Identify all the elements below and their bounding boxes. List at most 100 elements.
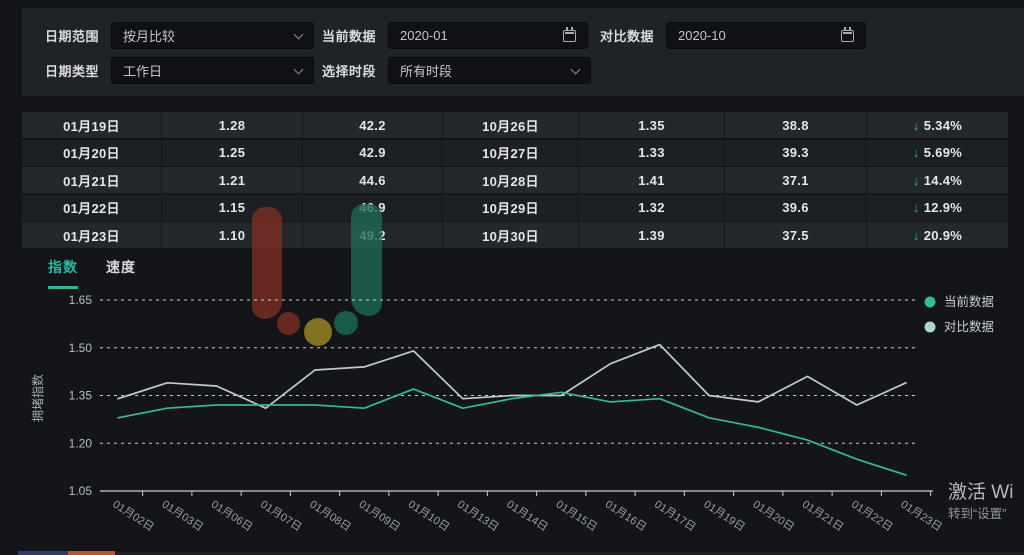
- x-tick-label: 01月02日: [110, 498, 156, 533]
- legend-dot-对比数据[interactable]: [925, 322, 936, 333]
- series-line-当前数据: [118, 389, 906, 475]
- date-type-value: 工作日: [123, 61, 162, 80]
- x-tick-label: 01月13日: [455, 498, 501, 533]
- down-arrow-icon: ↓: [913, 173, 920, 188]
- table-cell-cur_index: 1.15: [162, 195, 303, 221]
- down-arrow-icon: ↓: [913, 118, 920, 133]
- table-cell-cmp_date: 10月27日: [443, 140, 579, 166]
- bottom-strip-blue: [18, 551, 68, 555]
- x-tick-label: 01月07日: [258, 498, 304, 533]
- comparison-table: 01月19日1.2842.210月26日1.3538.8 ↓ 5.34% 01月20日…: [22, 112, 1008, 250]
- current-data-datepicker[interactable]: 2020-01: [388, 22, 588, 49]
- legend-dot-当前数据[interactable]: [925, 297, 936, 308]
- table-row[interactable]: 01月23日1.1049.210月30日1.3937.5↓20.9%: [22, 222, 1008, 248]
- table-row[interactable]: 01月21日1.2144.610月28日1.4137.1↓14.4%: [22, 167, 1008, 193]
- table-cell-cur_date: 01月20日: [22, 140, 162, 166]
- table-cell-cur_date: 01月21日: [22, 167, 162, 193]
- x-tick-label: 01月19日: [701, 498, 747, 533]
- change-value: 5.34%: [924, 118, 962, 133]
- activate-windows-subtext: 转到“设置”: [948, 503, 1006, 522]
- date-type-label: 日期类型: [45, 61, 99, 80]
- x-tick-label: 01月22日: [849, 498, 895, 533]
- x-tick-label: 01月20日: [751, 498, 797, 533]
- compare-data-datepicker[interactable]: 2020-10: [666, 22, 866, 49]
- change-value: 14.4%: [924, 173, 962, 188]
- time-period-value: 所有时段: [400, 61, 452, 80]
- table-row[interactable]: 01月22日1.1546.910月29日1.3239.6↓12.9%: [22, 195, 1008, 221]
- legend-label-对比数据[interactable]: 对比数据: [944, 319, 994, 334]
- calendar-icon: [841, 30, 854, 42]
- chevron-down-icon: [571, 64, 581, 74]
- tab-index[interactable]: 指数: [48, 257, 78, 289]
- x-tick-label: 01月21日: [800, 498, 846, 533]
- table-cell-cur_speed: 42.9: [303, 140, 443, 166]
- table-cell-cmp_speed: 38.8: [725, 112, 867, 138]
- bottom-strip-orange: [68, 551, 115, 555]
- down-arrow-icon: ↓: [913, 228, 920, 243]
- table-cell-cur_date: 01月22日: [22, 195, 162, 221]
- x-tick-label: 01月23日: [898, 498, 944, 533]
- y-tick-label: 1.20: [69, 436, 93, 450]
- filter-panel: 日期范围 按月比较 当前数据 2020-01 对比数据 2020-10 日期类型…: [22, 8, 1024, 96]
- table-row[interactable]: 01月20日1.2542.910月27日1.3339.3 ↓ 5.69%: [22, 140, 1008, 166]
- x-tick-label: 01月06日: [209, 498, 255, 533]
- table-cell-cmp_speed: 37.1: [725, 167, 867, 193]
- change-value: 5.69%: [924, 145, 962, 160]
- tab-speed[interactable]: 速度: [106, 257, 136, 289]
- x-tick-label: 01月10日: [406, 498, 452, 533]
- time-period-select[interactable]: 所有时段: [388, 57, 591, 84]
- change-value: 12.9%: [924, 200, 962, 215]
- table-cell-change: ↓ 5.34%: [867, 112, 1008, 138]
- activate-windows-text: 激活 Wi: [948, 477, 1013, 504]
- x-tick-label: 01月14日: [504, 498, 550, 533]
- compare-data-label: 对比数据: [600, 26, 654, 45]
- table-cell-cmp_date: 10月29日: [443, 195, 579, 221]
- table-cell-cmp_speed: 37.5: [725, 222, 867, 248]
- table-cell-cmp_index: 1.41: [579, 167, 725, 193]
- table-cell-cur_date: 01月23日: [22, 222, 162, 248]
- table-cell-cur_index: 1.28: [162, 112, 303, 138]
- x-tick-label: 01月16日: [603, 498, 649, 533]
- table-cell-cur_index: 1.25: [162, 140, 303, 166]
- date-range-select[interactable]: 按月比较: [111, 22, 314, 49]
- table-cell-change: ↓ 5.69%: [867, 140, 1008, 166]
- y-tick-label: 1.35: [69, 389, 93, 403]
- table-cell-cur_index: 1.21: [162, 167, 303, 193]
- table-cell-cur_date: 01月19日: [22, 112, 162, 138]
- table-cell-change: ↓ 12.9%: [867, 195, 1008, 221]
- table-cell-change: ↓ 14.4%: [867, 167, 1008, 193]
- chevron-down-icon: [294, 29, 304, 39]
- y-tick-label: 1.65: [69, 293, 93, 307]
- table-cell-cur_speed: 44.6: [303, 167, 443, 193]
- legend-label-当前数据[interactable]: 当前数据: [944, 294, 994, 309]
- date-range-value: 按月比较: [123, 26, 175, 45]
- table-cell-cur_speed: 42.2: [303, 112, 443, 138]
- date-range-label: 日期范围: [45, 26, 99, 45]
- x-tick-label: 01月15日: [554, 498, 600, 533]
- table-cell-cmp_index: 1.39: [579, 222, 725, 248]
- x-tick-label: 01月03日: [160, 498, 206, 533]
- down-arrow-icon: ↓: [913, 200, 920, 215]
- x-tick-label: 01月17日: [652, 498, 698, 533]
- y-tick-label: 1.50: [69, 341, 93, 355]
- table-cell-cmp_speed: 39.6: [725, 195, 867, 221]
- table-cell-cmp_index: 1.33: [579, 140, 725, 166]
- current-data-value: 2020-01: [400, 28, 448, 43]
- x-tick-label: 01月09日: [357, 498, 403, 533]
- compare-data-value: 2020-10: [678, 28, 726, 43]
- table-cell-change: ↓ 20.9%: [867, 222, 1008, 248]
- calendar-icon: [563, 30, 576, 42]
- table-cell-cmp_date: 10月30日: [443, 222, 579, 248]
- table-cell-cmp_index: 1.32: [579, 195, 725, 221]
- table-cell-cmp_index: 1.35: [579, 112, 725, 138]
- table-cell-cmp_speed: 39.3: [725, 140, 867, 166]
- chevron-down-icon: [294, 64, 304, 74]
- down-arrow-icon: ↓: [913, 145, 920, 160]
- chart-tabs: 指数 速度: [48, 257, 136, 289]
- date-type-select[interactable]: 工作日: [111, 57, 314, 84]
- table-row[interactable]: 01月19日1.2842.210月26日1.3538.8 ↓ 5.34%: [22, 112, 1008, 138]
- x-tick-label: 01月08日: [307, 498, 353, 533]
- congestion-line-chart: 1.051.201.351.501.6501月02日01月03日01月06日01…: [0, 290, 1024, 550]
- table-cell-cmp_date: 10月26日: [443, 112, 579, 138]
- change-value: 20.9%: [924, 228, 962, 243]
